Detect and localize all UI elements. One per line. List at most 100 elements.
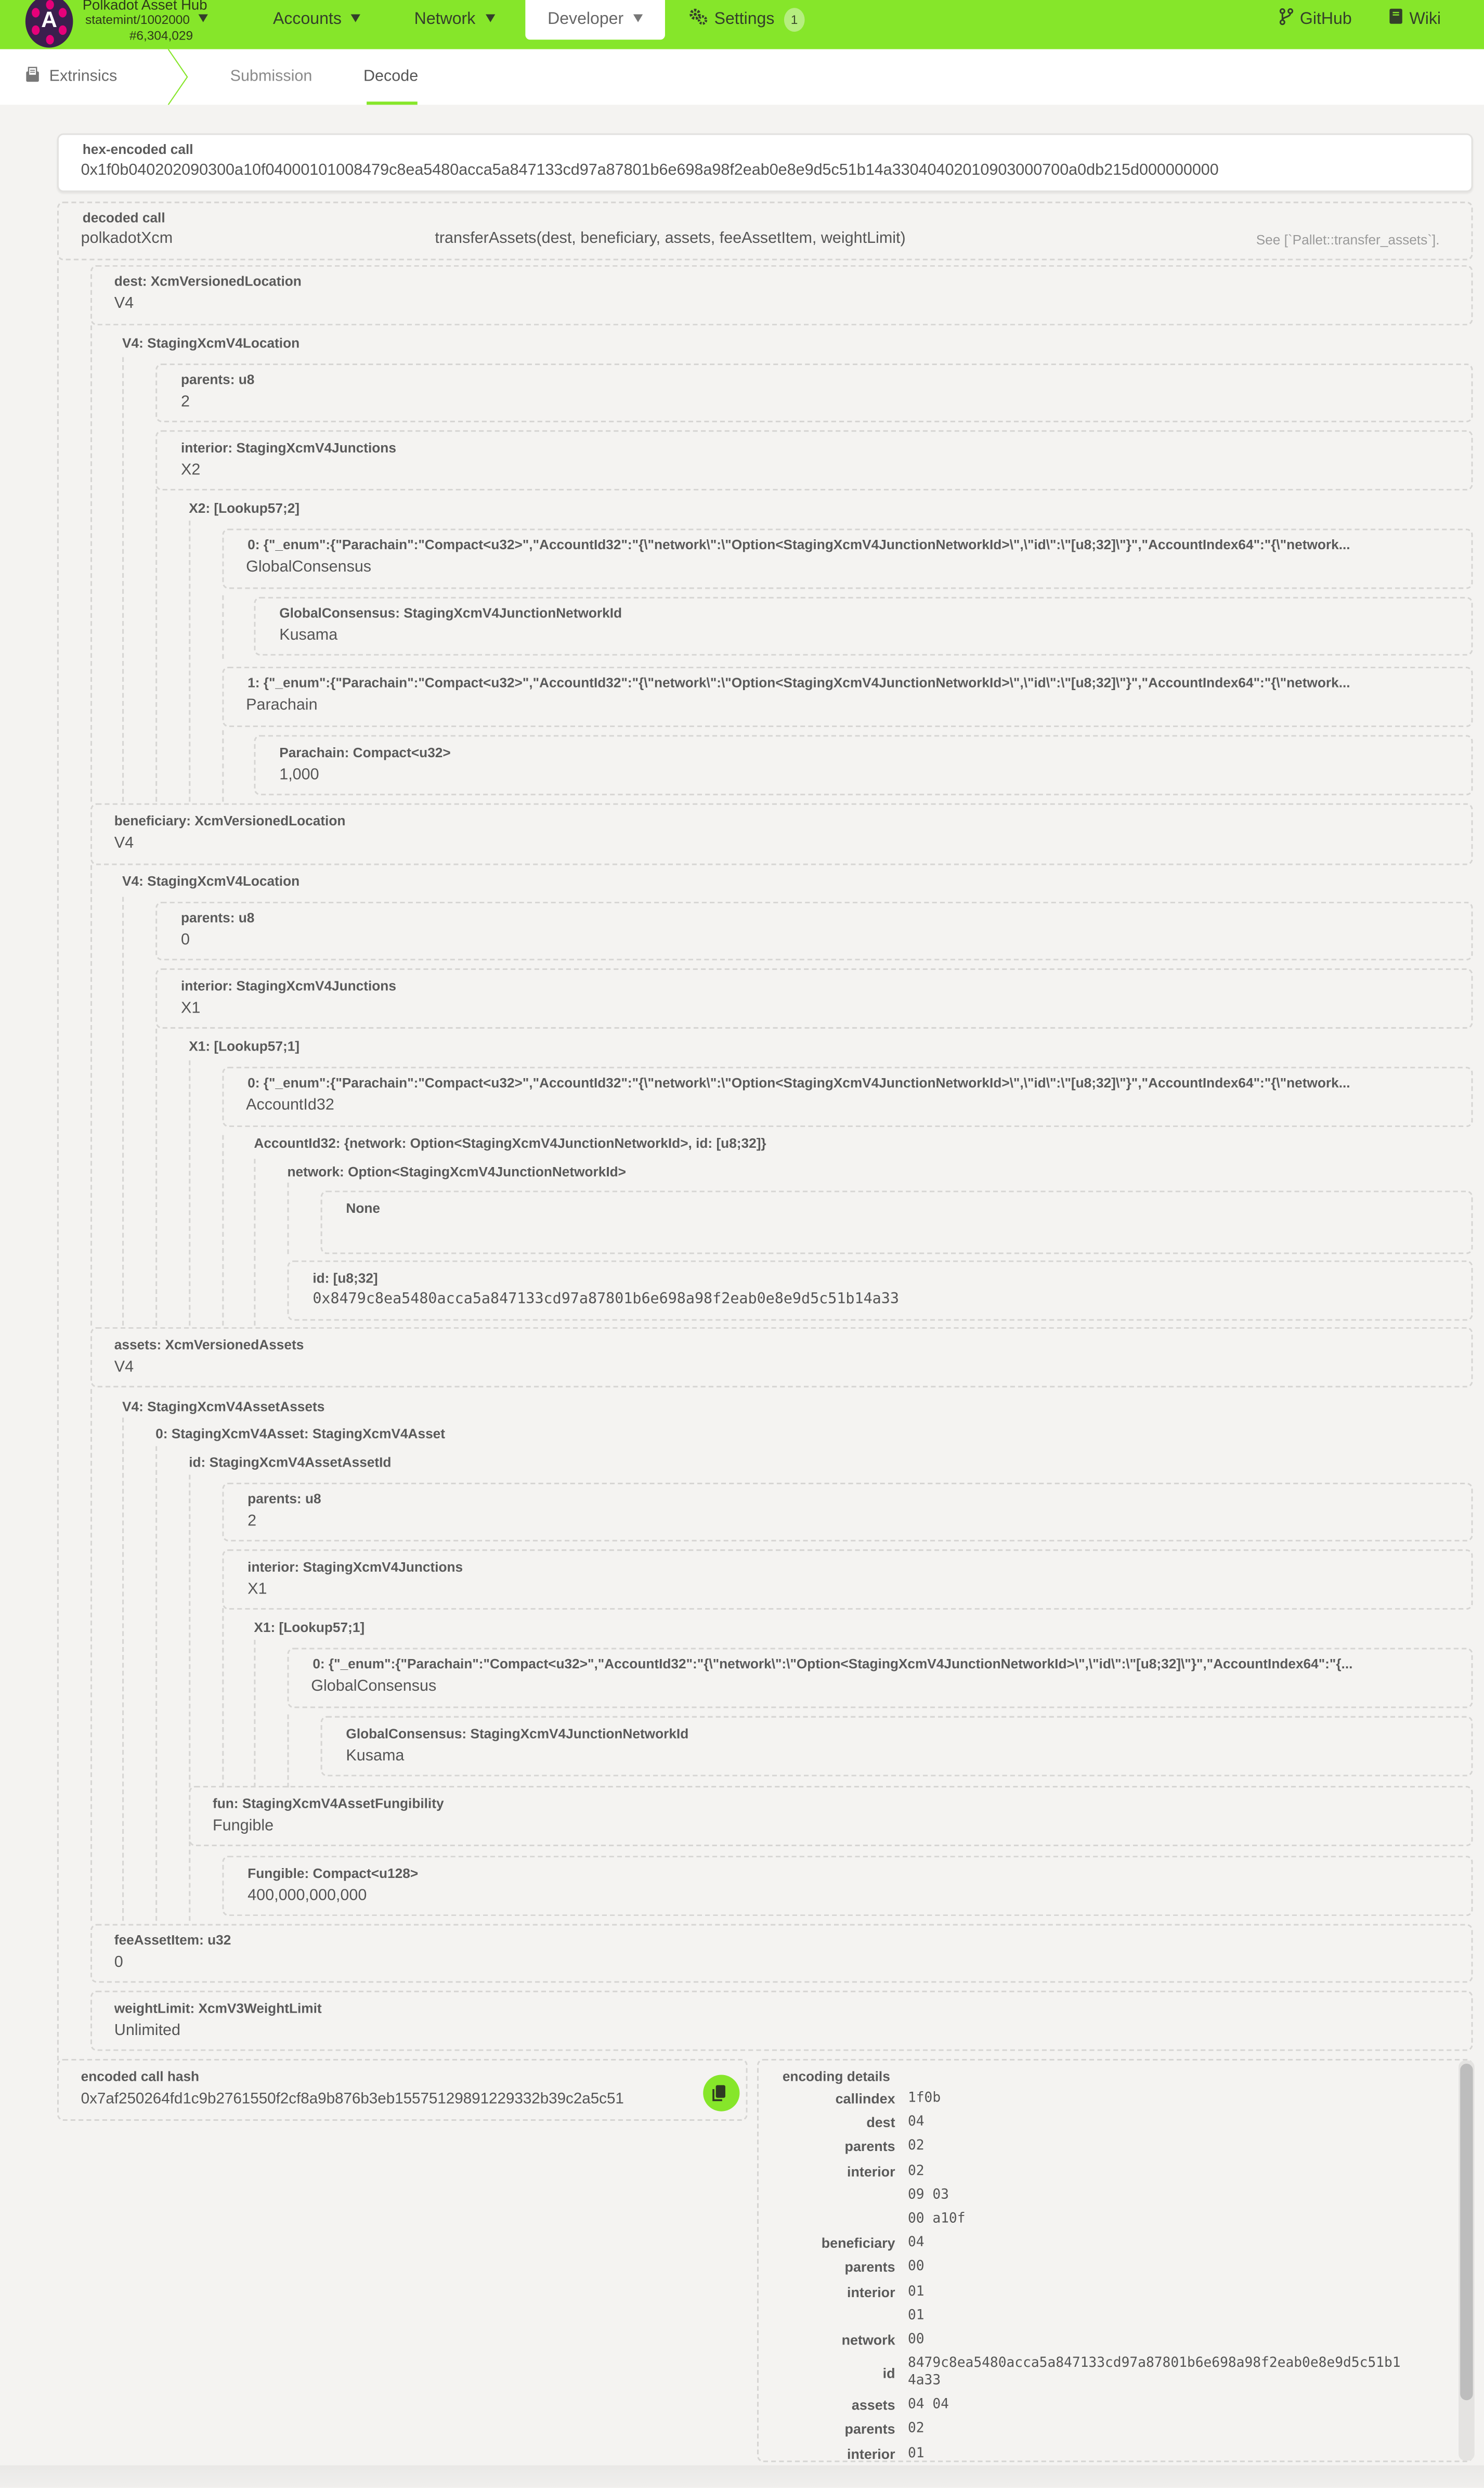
encoding-value: 02	[907, 2421, 925, 2438]
param-value: 0	[114, 1954, 123, 1972]
encoding-value: 09 03	[907, 2187, 949, 2204]
tree-guide	[254, 1159, 256, 1326]
param-value: Kusama	[346, 1747, 405, 1766]
call-hash-field: encoded call hash 0x7af250264fd1c9b27615…	[57, 2058, 748, 2121]
param-network-option: None	[320, 1190, 1473, 1254]
chevron-down-icon	[351, 14, 361, 22]
encoding-row: beneficiary 04	[759, 2235, 1394, 2259]
nav-settings-label: Settings	[714, 9, 775, 29]
tab-decode[interactable]: Decode	[363, 49, 418, 105]
tree-guide	[122, 897, 124, 1326]
call-hash-label: encoded call hash	[81, 2068, 200, 2084]
encoding-key: network	[841, 2331, 895, 2348]
hex-call-value[interactable]: 0x1f0b040202090300a10f04000101008479c8ea…	[81, 162, 1219, 179]
param-dest-junction-0: 0: {"_enum":{"Parachain":"Compact<u32>",…	[222, 528, 1473, 589]
encoding-key: dest	[866, 2115, 895, 2131]
chevron-down-icon	[485, 14, 494, 22]
tree-node-label: network: Option<StagingXcmV4JunctionNetw…	[287, 1163, 627, 1180]
copy-button[interactable]	[703, 2075, 740, 2111]
param-dest-interior: interior: StagingXcmV4Junctions X2	[155, 430, 1473, 491]
call-hash-value[interactable]: 0x7af250264fd1c9b2761550f2cf8a9b876b3eb1…	[81, 2091, 624, 2108]
chain-spec: statemint/1002000	[85, 12, 190, 27]
param-label: interior: StagingXcmV4Junctions	[248, 1559, 463, 1575]
param-dest: dest: XcmVersionedLocation V4	[90, 265, 1473, 326]
encoding-value: 02	[907, 2139, 925, 2155]
tree-guide	[189, 521, 191, 802]
settings-badge: 1	[784, 8, 805, 32]
encoding-row: id 8479c8ea5480acca5a847133cd97a87801b6e6…	[759, 2356, 1401, 2389]
encoding-row: 01	[759, 2308, 1394, 2332]
encoding-key: parents	[844, 2259, 895, 2276]
encoding-value: 8479c8ea5480acca5a847133cd97a87801b6e698…	[907, 2356, 1401, 2372]
param-value: X2	[180, 462, 201, 480]
param-account-id: id: [u8;32] 0x8479c8ea5480acca5a847133cd…	[287, 1260, 1473, 1321]
param-value: Fungible	[213, 1817, 274, 1835]
nav-settings[interactable]: Settings 1	[689, 0, 805, 40]
nav-developer-label: Developer	[548, 9, 624, 29]
section-label: Extrinsics	[49, 68, 118, 86]
nav-accounts-label: Accounts	[273, 9, 342, 29]
encoding-key: assets	[851, 2397, 895, 2414]
logo-letter: A	[41, 6, 58, 32]
nav-accounts[interactable]: Accounts	[273, 0, 361, 40]
tree-node-label: X2: [Lookup57;2]	[189, 500, 300, 516]
param-beneficiary: beneficiary: XcmVersionedLocation V4	[90, 803, 1473, 865]
decoded-call-pallet: polkadotXcm	[81, 230, 173, 248]
encoding-details-panel: encoding details callindex 1f0b dest 04 pare…	[757, 2058, 1473, 2463]
encoding-row: interior 01	[759, 2284, 1394, 2308]
tree-node-label: X1: [Lookup57;1]	[254, 1619, 365, 1635]
encoding-value: 04 04	[907, 2397, 949, 2414]
tree-guide	[155, 1028, 158, 1326]
github-link[interactable]: GitHub	[1279, 0, 1352, 40]
encoding-row: 00 a10f	[759, 2211, 1394, 2235]
param-label: parents: u8	[180, 910, 255, 926]
scrollbar-thumb[interactable]	[1460, 2064, 1473, 2401]
param-label: feeAssetItem: u32	[114, 1932, 231, 1948]
hex-call-field[interactable]: hex-encoded call 0x1f0b040202090300a10f0…	[57, 133, 1473, 192]
encoding-row: parents 00	[759, 2260, 1394, 2284]
app: A Polkadot Asset Hub statemint/1002000 #…	[0, 0, 1484, 2488]
encoding-row: interior 01	[759, 2446, 1394, 2461]
wiki-label: Wiki	[1409, 9, 1441, 29]
param-dest-junction-1: 1: {"_enum":{"Parachain":"Compact<u32>",…	[222, 667, 1473, 727]
param-asset-parents: parents: u8 2	[222, 1482, 1473, 1541]
param-label: id: [u8;32]	[313, 1269, 378, 1286]
tree-guide	[254, 1640, 256, 1788]
tree-guide	[189, 1060, 191, 1326]
chain-selector[interactable]: Polkadot Asset Hub statemint/1002000 #6,…	[83, 0, 207, 44]
param-label: 1: {"_enum":{"Parachain":"Compact<u32>",…	[248, 675, 1350, 691]
book-icon	[1389, 8, 1402, 24]
encoding-value-continued: 4a33	[907, 2373, 941, 2390]
param-fee-asset-item: feeAssetItem: u32 0	[90, 1924, 1473, 1983]
tree-guide	[122, 357, 124, 802]
param-asset-junction-0: 0: {"_enum":{"Parachain":"Compact<u32>",…	[287, 1648, 1473, 1708]
tree-node-label: 0: StagingXcmV4Asset: StagingXcmV4Asset	[155, 1426, 446, 1442]
encoding-row: interior 02	[759, 2163, 1394, 2187]
param-label: 0: {"_enum":{"Parachain":"Compact<u32>",…	[313, 1655, 1353, 1672]
tree-guide	[122, 1417, 124, 1921]
tab-submission[interactable]: Submission	[230, 49, 313, 105]
github-label: GitHub	[1299, 9, 1352, 29]
decoded-call-label: decoded call	[82, 209, 165, 226]
param-value: X1	[248, 1581, 267, 1599]
encoding-row: dest 04	[759, 2115, 1394, 2139]
encoding-key: interior	[847, 2284, 895, 2300]
tree-node-label: V4: StagingXcmV4Location	[122, 873, 300, 889]
nav-developer[interactable]: Developer	[525, 0, 665, 40]
param-label: assets: XcmVersionedAssets	[114, 1337, 304, 1353]
top-navbar: A Polkadot Asset Hub statemint/1002000 #…	[0, 0, 1484, 49]
nav-network[interactable]: Network	[414, 0, 494, 40]
git-branch-icon	[1279, 8, 1294, 25]
param-label: dest: XcmVersionedLocation	[114, 273, 302, 289]
param-value: Kusama	[279, 627, 338, 645]
tree-guide	[222, 595, 224, 659]
param-label: parents: u8	[180, 371, 255, 387]
tree-guide	[90, 865, 93, 1326]
param-value: V4	[114, 1358, 134, 1377]
wiki-link[interactable]: Wiki	[1389, 0, 1441, 40]
encoding-row: network 00	[759, 2332, 1394, 2356]
chain-logo[interactable]: A	[25, 0, 73, 48]
breadcrumb-separator	[167, 49, 188, 105]
param-label: 0: {"_enum":{"Parachain":"Compact<u32>",…	[248, 1074, 1350, 1091]
param-ben-interior: interior: StagingXcmV4Junctions X1	[155, 968, 1473, 1029]
